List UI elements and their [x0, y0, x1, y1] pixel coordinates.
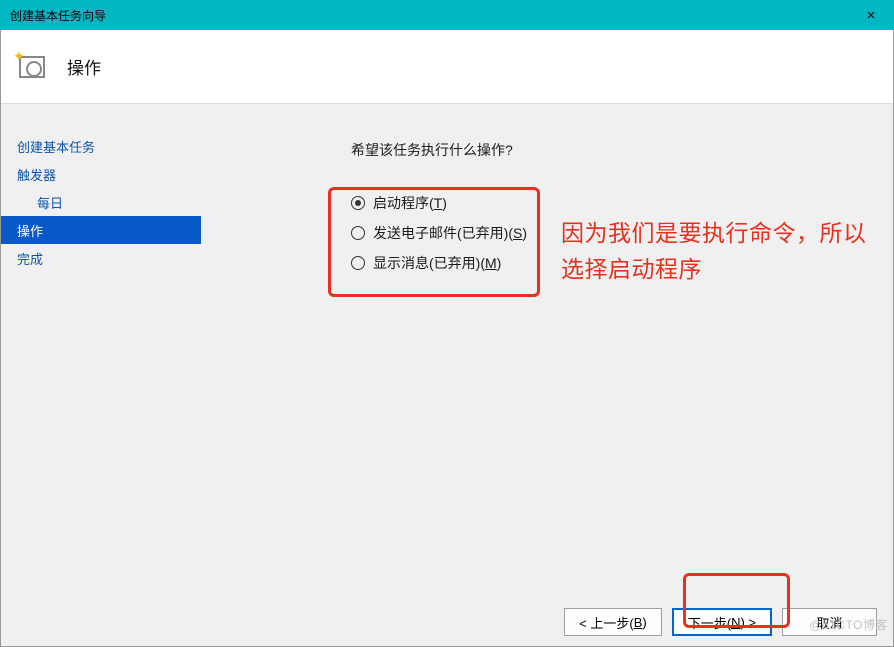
titlebar: 创建基本任务向导 × [0, 0, 894, 30]
close-icon[interactable]: × [848, 0, 894, 30]
cancel-button[interactable]: 取消 [782, 608, 877, 636]
radio-show-message[interactable]: 显示消息(已弃用)(M) [351, 248, 527, 278]
annotation-text: 因为我们是要执行命令，所以选择启动程序 [561, 216, 871, 287]
radio-label: 启动程序(T) [373, 193, 447, 213]
wizard-sidebar: 创建基本任务 触发器 每日 操作 完成 [1, 104, 201, 598]
prompt-text: 希望该任务执行什么操作? [351, 140, 893, 160]
page-title: 操作 [67, 54, 101, 79]
radio-start-program[interactable]: 启动程序(T) [351, 188, 527, 218]
header: ✦ 操作 [1, 30, 893, 104]
sidebar-item-create-basic[interactable]: 创建基本任务 [1, 132, 201, 160]
sidebar-item-finish[interactable]: 完成 [1, 244, 201, 272]
radio-icon [351, 196, 365, 210]
action-radio-group: 启动程序(T) 发送电子邮件(已弃用)(S) 显示消息(已弃用)(M) [351, 188, 527, 278]
sidebar-item-action[interactable]: 操作 [1, 216, 201, 244]
next-button[interactable]: 下一步(N) > [672, 608, 772, 636]
main-panel: 希望该任务执行什么操作? 启动程序(T) 发送电子邮件(已弃用)(S) 显示消息… [201, 104, 893, 598]
sidebar-item-daily[interactable]: 每日 [1, 188, 201, 216]
back-button[interactable]: < 上一步(B) [564, 608, 662, 636]
radio-label: 显示消息(已弃用)(M) [373, 253, 501, 273]
radio-icon [351, 256, 365, 270]
radio-label: 发送电子邮件(已弃用)(S) [373, 223, 527, 243]
radio-send-email[interactable]: 发送电子邮件(已弃用)(S) [351, 218, 527, 248]
button-row: < 上一步(B) 下一步(N) > 取消 [564, 608, 877, 636]
task-scheduler-icon: ✦ [15, 50, 49, 84]
radio-icon [351, 226, 365, 240]
sidebar-item-trigger[interactable]: 触发器 [1, 160, 201, 188]
dialog-body: ✦ 操作 创建基本任务 触发器 每日 操作 完成 希望该任务执行什么操作? 启动… [0, 30, 894, 647]
window-title: 创建基本任务向导 [10, 7, 106, 24]
content: 创建基本任务 触发器 每日 操作 完成 希望该任务执行什么操作? 启动程序(T)… [1, 104, 893, 598]
